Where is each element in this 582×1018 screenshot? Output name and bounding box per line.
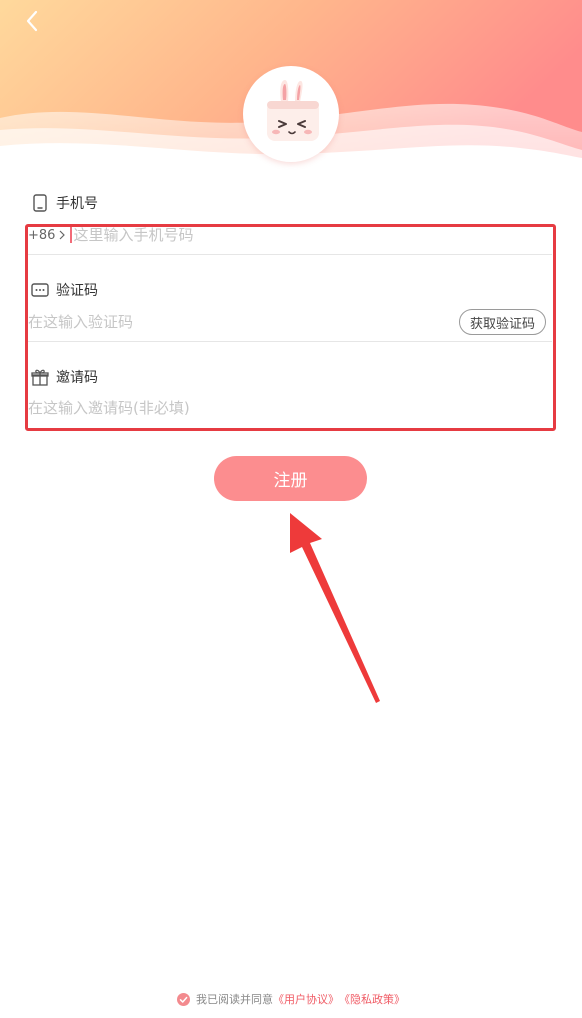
text-cursor: [70, 227, 73, 243]
code-input-row: [28, 307, 448, 337]
message-icon: [30, 280, 50, 300]
code-input[interactable]: [28, 309, 448, 335]
phone-input[interactable]: [73, 222, 552, 248]
divider: [28, 254, 552, 255]
invite-label-row: 邀请码: [30, 365, 98, 389]
phone-icon: [30, 193, 50, 213]
code-label-row: 验证码: [30, 278, 98, 302]
user-agreement-link[interactable]: 《用户协议》: [273, 991, 339, 1007]
bunny-mascot-icon: [267, 80, 319, 141]
agreement-text: 我已阅读并同意: [196, 993, 273, 1006]
phone-label: 手机号: [56, 196, 98, 212]
get-code-button[interactable]: 获取验证码: [458, 309, 546, 335]
check-circle-icon[interactable]: [177, 992, 190, 1006]
chevron-right-icon: [60, 230, 66, 240]
invite-input-row: [28, 393, 552, 423]
avatar: [243, 66, 339, 162]
gift-icon: [30, 367, 50, 387]
phone-input-row: +86: [28, 220, 552, 250]
invite-label: 邀请码: [56, 370, 98, 386]
register-button[interactable]: 注册: [214, 456, 367, 501]
red-arrow-annotation: [290, 513, 380, 703]
privacy-policy-link[interactable]: 《隐私政策》: [339, 991, 405, 1007]
invite-input[interactable]: [28, 395, 552, 421]
divider: [28, 341, 552, 342]
agreement-row: 我已阅读并同意 《用户协议》 《隐私政策》: [0, 990, 582, 1008]
code-label: 验证码: [56, 283, 98, 299]
chevron-left-icon[interactable]: [20, 8, 46, 34]
phone-label-row: 手机号: [30, 191, 98, 215]
country-code: +86: [28, 227, 56, 243]
country-code-selector[interactable]: +86: [28, 228, 66, 243]
